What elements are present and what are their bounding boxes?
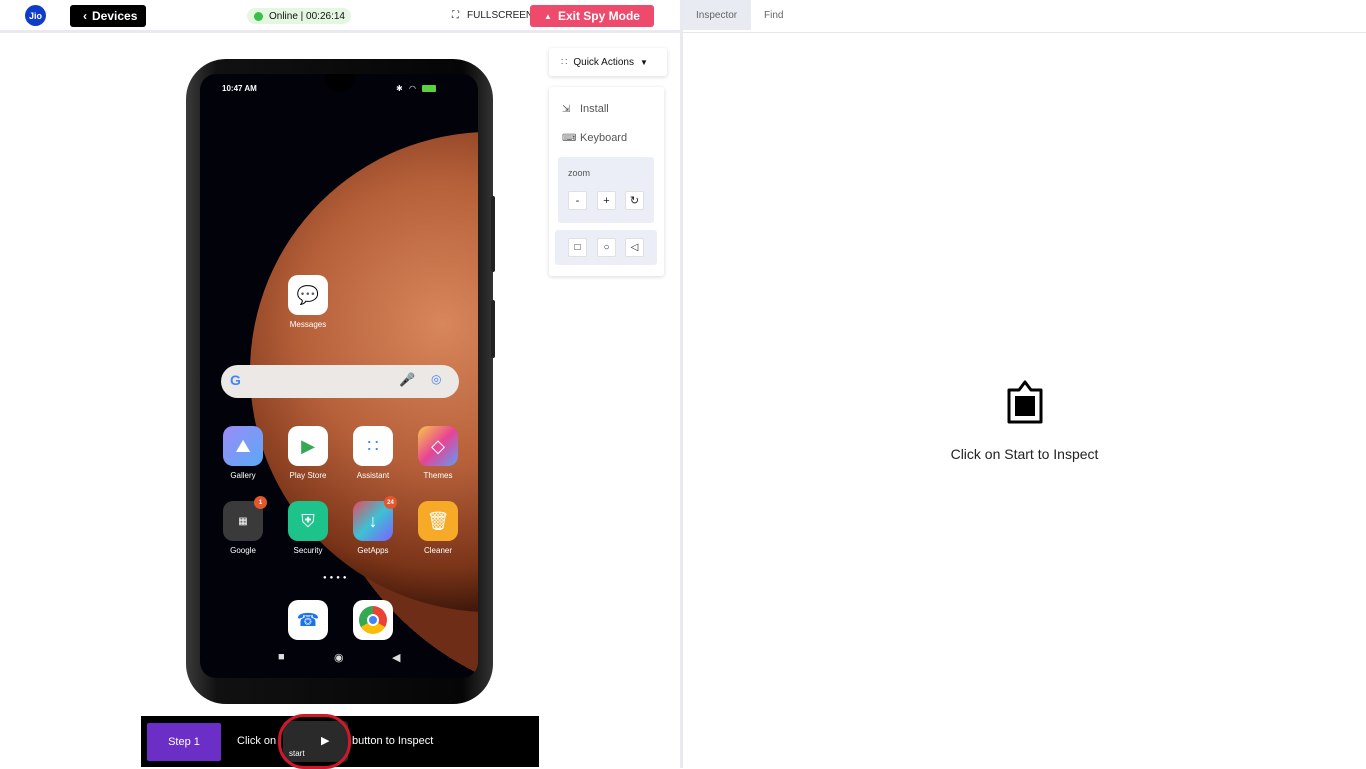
mic-icon: 🎤: [399, 372, 416, 387]
lens-icon: ◎: [431, 372, 442, 386]
page-indicator: ●●●●: [323, 575, 350, 581]
app-chrome[interactable]: [353, 600, 393, 640]
quick-actions-label: Quick Actions: [573, 56, 634, 68]
app-label: Themes: [423, 471, 453, 480]
online-dot-icon: [254, 11, 263, 21]
bluetooth-icon: ✱: [396, 84, 405, 93]
keyboard-label: Keyboard: [580, 132, 628, 144]
google-folder-icon: ▦ 1: [223, 496, 267, 541]
step-button[interactable]: Step 1: [147, 723, 221, 761]
inspector-empty-message: Click on Start to Inspect: [950, 446, 1099, 462]
inspector-tabs: Inspector Find: [683, 0, 1366, 33]
step-text-before: Click on: [237, 735, 277, 747]
layers-icon: [1007, 380, 1042, 424]
app-label: Assistant: [356, 471, 390, 480]
install-icon: ⇲: [562, 103, 571, 115]
google-g-icon: G: [230, 372, 241, 388]
gallery-icon: ⛰: [223, 426, 263, 466]
app-google-folder[interactable]: ▦ 1 Google: [223, 496, 267, 555]
app-themes[interactable]: ◇ Themes: [418, 426, 458, 480]
zoom-label: zoom: [568, 168, 591, 178]
tab-inspector[interactable]: Inspector: [683, 0, 751, 30]
app-label: Google: [230, 546, 256, 555]
app-gallery[interactable]: ⛰ Gallery: [223, 426, 263, 480]
refresh-icon: ↻: [629, 195, 640, 207]
fullscreen-label: FULLSCREEN: [467, 10, 534, 21]
app-label: Play Store: [289, 471, 327, 480]
square-icon: □: [574, 242, 581, 253]
app-label: Cleaner: [423, 546, 452, 555]
jio-logo: Jio: [25, 5, 46, 26]
cleaner-trash-icon: 🗑: [418, 501, 458, 541]
circle-icon: ○: [603, 242, 610, 253]
triangle-back-icon: ◁: [630, 242, 639, 253]
app-label: Messages: [289, 320, 327, 329]
step-text-after: button to Inspect: [352, 735, 434, 747]
zoom-controls: zoom - + ↻: [558, 157, 654, 223]
device-recents-button[interactable]: □: [568, 238, 587, 257]
eject-icon: ▲: [544, 11, 552, 21]
notification-badge: 1: [254, 496, 267, 509]
back-icon[interactable]: ◀: [392, 651, 400, 664]
assistant-icon: ∷: [353, 426, 393, 466]
status-text: Online | 00:26:14: [269, 10, 345, 22]
install-label: Install: [580, 103, 609, 115]
app-security[interactable]: ⛨ Security: [288, 501, 328, 555]
wifi-icon: ◠: [408, 84, 418, 93]
device-nav-keys: □ ○ ◁: [555, 230, 657, 265]
app-assistant[interactable]: ∷ Assistant: [353, 426, 393, 480]
app-cleaner[interactable]: 🗑 Cleaner: [418, 501, 458, 555]
device-back-button[interactable]: ◁: [625, 238, 644, 257]
quick-actions-dropdown[interactable]: ∷ Quick Actions ▼: [549, 48, 667, 76]
online-status-badge: Online | 00:26:14: [247, 8, 351, 24]
devices-back-button[interactable]: ‹ Devices: [70, 5, 146, 27]
home-icon[interactable]: ◉: [334, 651, 344, 664]
recent-apps-icon[interactable]: ■: [278, 651, 285, 663]
app-label: Security: [293, 546, 323, 555]
device-home-button[interactable]: ○: [597, 238, 616, 257]
google-search-bar[interactable]: G 🎤 ◎: [221, 365, 459, 398]
getapps-icon: ↓ 24: [353, 496, 397, 541]
keyboard-button[interactable]: ⌨ Keyboard: [562, 132, 627, 144]
app-phone[interactable]: ☎: [288, 600, 328, 640]
play-store-icon: ▶: [288, 426, 328, 466]
zoom-in-button[interactable]: +: [597, 191, 616, 210]
phone-volume-button: [491, 196, 495, 272]
battery-icon: [422, 85, 437, 93]
exit-label: Exit Spy Mode: [557, 9, 640, 23]
zoom-out-button[interactable]: -: [568, 191, 587, 210]
tab-find[interactable]: Find: [751, 0, 796, 30]
devices-label: Devices: [92, 9, 138, 23]
app-play-store[interactable]: ▶ Play Store: [288, 426, 328, 480]
keyboard-icon: ⌨: [562, 132, 577, 144]
chevron-left-icon: ‹: [83, 9, 87, 23]
zoom-reset-button[interactable]: ↻: [625, 191, 644, 210]
phone-call-icon: ☎: [288, 600, 328, 640]
top-bar: Jio ‹ Devices Online | 00:26:14 ⛶ FULLSC…: [0, 0, 680, 33]
install-button[interactable]: ⇲ Install: [562, 103, 609, 115]
themes-icon: ◇: [418, 426, 458, 466]
highlight-ring: [278, 714, 351, 769]
status-bar-time: 10:47 AM: [222, 84, 257, 93]
messages-icon: 💬: [288, 275, 328, 315]
quick-actions-panel: ⇲ Install ⌨ Keyboard zoom - + ↻ □ ○ ◁: [549, 87, 664, 276]
step-instruction-bar: Step 1 Click on start ▶ button to Inspec…: [141, 714, 539, 769]
expand-icon: ⛶: [452, 10, 459, 21]
status-bar-icons: ✱ ◠: [396, 84, 437, 93]
app-getapps[interactable]: ↓ 24 GetApps: [353, 496, 397, 555]
app-messages[interactable]: 💬 Messages: [288, 275, 328, 329]
app-label: GetApps: [357, 546, 389, 555]
inspector-empty-state: Click on Start to Inspect: [683, 378, 1366, 462]
app-label: Gallery: [230, 471, 256, 480]
phone-power-button: [491, 300, 495, 358]
grid-dots-icon: ∷: [561, 56, 568, 68]
notification-badge: 24: [384, 496, 397, 509]
caret-down-icon: ▼: [639, 57, 648, 67]
exit-spy-mode-button[interactable]: ▲ Exit Spy Mode: [530, 5, 654, 27]
fullscreen-button[interactable]: ⛶ FULLSCREEN: [452, 10, 533, 21]
security-shield-icon: ⛨: [288, 501, 328, 541]
chrome-icon: [353, 600, 393, 640]
